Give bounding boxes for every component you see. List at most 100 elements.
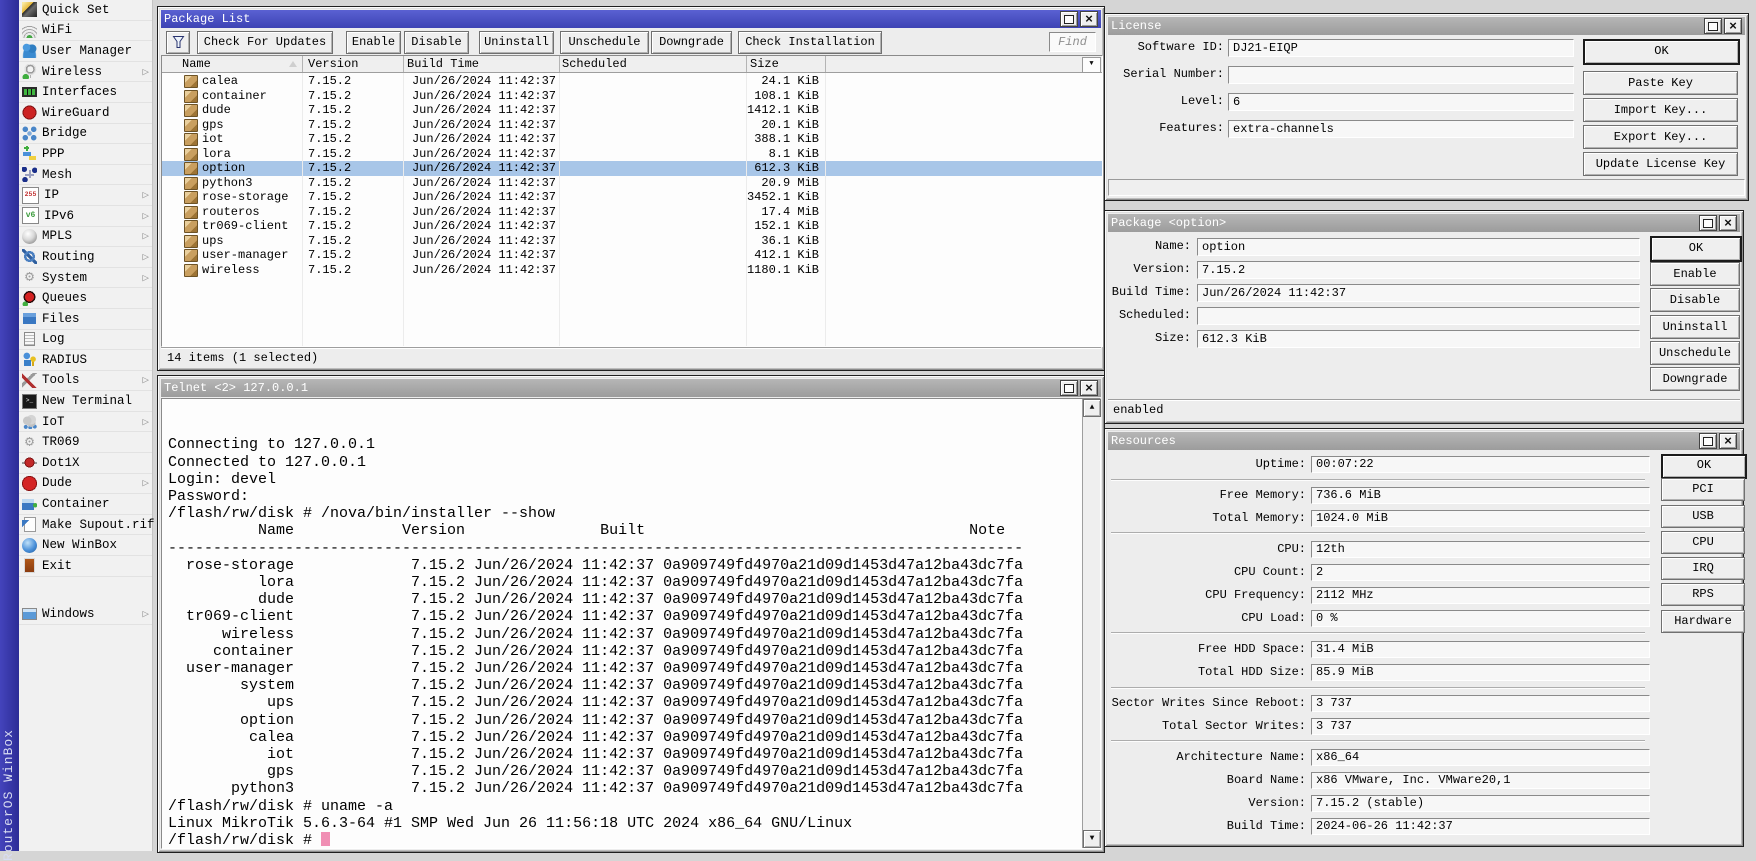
sidebar-item-dot1x[interactable]: Dot1X (19, 453, 152, 474)
close-button[interactable]: × (1080, 380, 1098, 396)
license-field-serial-number[interactable] (1228, 66, 1574, 84)
sidebar-item-wireless[interactable]: Wireless▷ (19, 62, 152, 83)
package-option-field-size[interactable]: 612.3 KiB (1197, 330, 1640, 348)
package-option-enable-button[interactable]: Enable (1650, 262, 1740, 286)
license-ok-button[interactable]: OK (1583, 39, 1740, 65)
package-table-header[interactable]: Name Version Build Time Scheduled Size (162, 56, 1102, 73)
table-row-user-manager[interactable]: user-manager7.15.2Jun/26/2024 11:42:3741… (162, 248, 1102, 263)
license-field-software-id[interactable]: DJ21-EIQP (1228, 39, 1574, 57)
sidebar-item-iot[interactable]: IoT▷ (19, 412, 152, 433)
uninstall-button[interactable]: Uninstall (479, 31, 554, 54)
maximize-button[interactable] (1699, 433, 1717, 449)
resources-field-free-memory[interactable]: 736.6 MiB (1311, 487, 1650, 504)
terminal-scrollbar[interactable]: ▲ ▼ (1082, 399, 1100, 848)
package-option-field-name[interactable]: option (1197, 238, 1640, 256)
sidebar-item-quick-set[interactable]: Quick Set (19, 0, 152, 21)
filter-button[interactable] (166, 31, 190, 54)
resources-field-total-sector-writes[interactable]: 3 737 (1311, 718, 1650, 735)
package-table[interactable]: Name Version Build Time Scheduled Size calea… (161, 55, 1103, 347)
sidebar-item-wireguard[interactable]: WireGuard (19, 103, 152, 124)
sidebar-item-files[interactable]: Files (19, 309, 152, 330)
check-installation-button[interactable]: Check Installation (738, 31, 882, 54)
table-row-container[interactable]: container7.15.2Jun/26/2024 11:42:37108.1… (162, 89, 1102, 104)
package-option-ok-button[interactable]: OK (1650, 236, 1742, 262)
disable-button[interactable]: Disable (404, 31, 469, 54)
table-row-tr069-client[interactable]: tr069-client7.15.2Jun/26/2024 11:42:3715… (162, 219, 1102, 234)
package-option-disable-button[interactable]: Disable (1650, 288, 1740, 312)
package-option-titlebar[interactable]: Package <option> × (1108, 214, 1740, 232)
sidebar-item-windows[interactable]: Windows▷ (19, 605, 152, 626)
column-dropdown-button[interactable]: ▼ (1082, 57, 1101, 73)
resources-field-board-name[interactable]: x86 VMware, Inc. VMware20,1 (1311, 772, 1650, 789)
column-header-size[interactable]: Size (750, 57, 779, 71)
resources-field-uptime[interactable]: 00:07:22 (1311, 456, 1650, 473)
resources-ok-button[interactable]: OK (1661, 454, 1747, 479)
resources-field-total-memory[interactable]: 1024.0 MiB (1311, 510, 1650, 527)
maximize-button[interactable] (1699, 215, 1717, 231)
unschedule-button[interactable]: Unschedule (560, 31, 649, 54)
sidebar-item-ipv6[interactable]: v6IPv6▷ (19, 206, 152, 227)
package-option-field-scheduled[interactable] (1197, 307, 1640, 325)
telnet-titlebar[interactable]: Telnet <2> 127.0.0.1 × (161, 379, 1101, 397)
column-header-version[interactable]: Version (308, 57, 358, 71)
sidebar-item-new-winbox[interactable]: New WinBox (19, 535, 152, 556)
column-header-scheduled[interactable]: Scheduled (562, 57, 627, 71)
column-header-name[interactable]: Name (182, 57, 211, 71)
resources-field-cpu-load[interactable]: 0 % (1311, 610, 1650, 627)
resources-hardware-button[interactable]: Hardware (1661, 610, 1745, 633)
resources-cpu-button[interactable]: CPU (1661, 531, 1745, 554)
maximize-button[interactable] (1704, 18, 1722, 34)
find-input[interactable]: Find (1049, 32, 1096, 52)
sidebar-item-log[interactable]: Log (19, 330, 152, 351)
license-export-key-button[interactable]: Export Key... (1583, 125, 1738, 149)
close-button[interactable]: × (1080, 11, 1098, 27)
downgrade-button[interactable]: Downgrade (651, 31, 732, 54)
resources-field-build-time[interactable]: 2024-06-26 11:42:37 (1311, 818, 1650, 835)
scroll-down-button[interactable]: ▼ (1083, 830, 1101, 848)
terminal-area[interactable]: Connecting to 127.0.0.1 Connected to 127… (161, 398, 1101, 849)
license-update-license-key-button[interactable]: Update License Key (1583, 152, 1738, 176)
check-for-updates-button[interactable]: Check For Updates (197, 31, 333, 54)
sidebar-item-make-supout-rif[interactable]: Make Supout.rif (19, 515, 152, 536)
sidebar-item-system[interactable]: ⚙System▷ (19, 268, 152, 289)
table-row-python3[interactable]: python37.15.2Jun/26/2024 11:42:3720.9 Mi… (162, 176, 1102, 191)
sidebar-item-container[interactable]: Container (19, 494, 152, 515)
sidebar-item-exit[interactable]: Exit (19, 556, 152, 577)
table-row-gps[interactable]: gps7.15.2Jun/26/2024 11:42:3720.1 KiB (162, 118, 1102, 133)
table-row-ups[interactable]: ups7.15.2Jun/26/2024 11:42:3736.1 KiB (162, 234, 1102, 249)
sidebar-item-mpls[interactable]: MPLS▷ (19, 227, 152, 248)
table-row-routeros[interactable]: routeros7.15.2Jun/26/2024 11:42:3717.4 M… (162, 205, 1102, 220)
sidebar-item-tr069[interactable]: ⚙TR069 (19, 432, 152, 453)
resources-field-free-hdd-space[interactable]: 31.4 MiB (1311, 641, 1650, 658)
resources-field-architecture-name[interactable]: x86_64 (1311, 749, 1650, 766)
table-row-lora[interactable]: lora7.15.2Jun/26/2024 11:42:378.1 KiB (162, 147, 1102, 162)
resources-usb-button[interactable]: USB (1661, 505, 1745, 528)
column-header-build-time[interactable]: Build Time (407, 57, 479, 71)
resources-rps-button[interactable]: RPS (1661, 583, 1745, 606)
sidebar-item-wifi[interactable]: WiFi (19, 21, 152, 42)
package-option-field-version[interactable]: 7.15.2 (1197, 261, 1640, 279)
resources-irq-button[interactable]: IRQ (1661, 557, 1745, 580)
package-option-field-build-time[interactable]: Jun/26/2024 11:42:37 (1197, 284, 1640, 302)
enable-button[interactable]: Enable (346, 31, 401, 54)
table-row-wireless[interactable]: wireless7.15.2Jun/26/2024 11:42:371180.1… (162, 263, 1102, 278)
table-row-rose-storage[interactable]: rose-storage7.15.2Jun/26/2024 11:42:3734… (162, 190, 1102, 205)
resources-pci-button[interactable]: PCI (1661, 478, 1745, 501)
maximize-button[interactable] (1060, 11, 1078, 27)
close-button[interactable]: × (1719, 433, 1737, 449)
maximize-button[interactable] (1060, 380, 1078, 396)
resources-field-cpu[interactable]: 12th (1311, 541, 1650, 558)
table-row-calea[interactable]: calea7.15.2Jun/26/2024 11:42:3724.1 KiB (162, 74, 1102, 89)
sidebar-item-bridge[interactable]: Bridge (19, 124, 152, 145)
table-row-dude[interactable]: dude7.15.2Jun/26/2024 11:42:371412.1 KiB (162, 103, 1102, 118)
package-option-downgrade-button[interactable]: Downgrade (1650, 367, 1740, 391)
license-import-key-button[interactable]: Import Key... (1583, 98, 1738, 122)
sidebar-item-new-terminal[interactable]: >_New Terminal (19, 391, 152, 412)
license-field-level[interactable]: 6 (1228, 93, 1574, 111)
package-list-titlebar[interactable]: Package List × (161, 10, 1101, 28)
resources-field-cpu-count[interactable]: 2 (1311, 564, 1650, 581)
sidebar-item-user-manager[interactable]: User Manager (19, 41, 152, 62)
table-row-option[interactable]: option7.15.2Jun/26/2024 11:42:37612.3 Ki… (162, 161, 1102, 176)
scroll-up-button[interactable]: ▲ (1083, 399, 1101, 417)
close-button[interactable]: × (1724, 18, 1742, 34)
